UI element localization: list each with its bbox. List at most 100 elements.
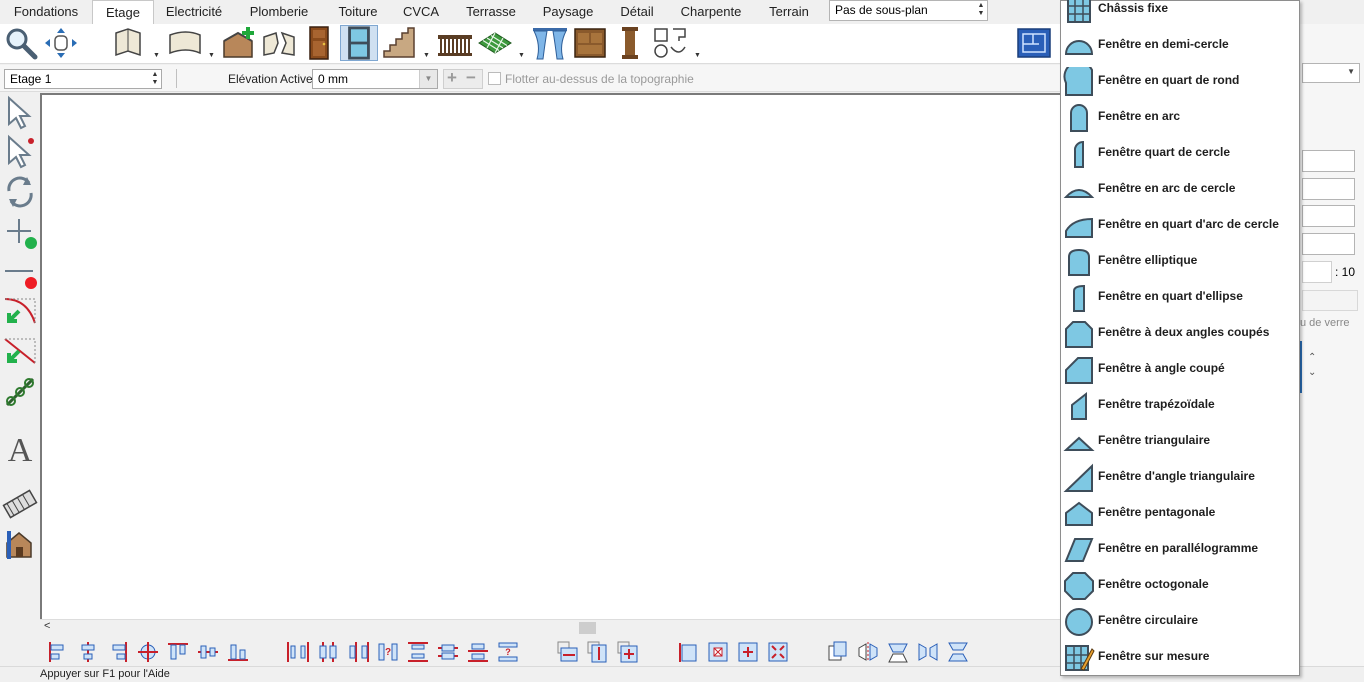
resize-height-button[interactable] [676,640,700,664]
elevation-stepper[interactable]: + − [443,68,483,89]
align-center-button[interactable] [76,640,100,664]
break-wall-button[interactable] [260,25,298,61]
plan-view-button[interactable] [1015,25,1053,61]
select-tool-button[interactable] [1,94,39,132]
scrollbar-thumb[interactable] [579,622,596,634]
panel-field[interactable] [1302,205,1355,227]
panel-field[interactable] [1302,178,1355,200]
tab-detail[interactable]: Détail [614,0,660,24]
menu-item-trapezoid[interactable]: Fenêtre trapézoïdale [1061,387,1299,423]
dropdown-arrow-icon[interactable]: ▼ [518,52,525,59]
subplan-select[interactable]: Pas de sous-plan ▲ ▼ [829,0,988,21]
menu-item-right-triangle[interactable]: Fenêtre d'angle triangulaire [1061,459,1299,495]
arc-break-button[interactable] [1,293,39,331]
cabinet-button[interactable] [571,25,609,61]
chevron-down-icon[interactable]: ▼ [419,70,437,88]
tab-toiture[interactable]: Toiture [330,0,386,24]
tab-terrain[interactable]: Terrain [761,0,817,24]
align-right-button[interactable] [106,640,130,664]
match-width-button[interactable] [556,640,580,664]
menu-item-quarter-ellipse[interactable]: Fenêtre en quart d'ellipse [1061,279,1299,315]
tab-etage[interactable]: Etage [92,0,154,24]
chevron-up-icon[interactable]: ⌃ [1308,352,1316,363]
stairs-tool-button[interactable] [380,25,418,61]
distribute-h-button[interactable] [286,640,310,664]
text-tool-button[interactable]: A [1,429,39,469]
menu-item-half-circle[interactable]: Fenêtre en demi-cercle [1061,27,1299,63]
add-point-button[interactable] [1,213,39,251]
tab-paysage[interactable]: Paysage [537,0,599,24]
ratio-field[interactable] [1302,261,1332,283]
float-checkbox[interactable] [488,72,501,85]
zoom-tool-button[interactable] [2,25,40,61]
line-break-button[interactable] [1,333,39,371]
tab-plomberie[interactable]: Plomberie [243,0,315,24]
distribute-vb-button[interactable] [466,640,490,664]
tab-charpente[interactable]: Charpente [675,0,747,24]
menu-item-arched[interactable]: Fenêtre en arc [1061,99,1299,135]
tab-cvca[interactable]: CVCA [398,0,444,24]
menu-item-custom[interactable]: Fenêtre sur mesure [1061,639,1299,675]
menu-item-clipped-corner[interactable]: Fenêtre à angle coupé [1061,351,1299,387]
elevation-input[interactable]: 0 mm ▼ [312,69,438,89]
menu-item-octagon[interactable]: Fenêtre octogonale [1061,567,1299,603]
menu-item-fixed-sash[interactable]: Châssis fixe [1061,0,1299,27]
select-objects-button[interactable] [1,133,39,171]
center-point-button[interactable] [736,640,760,664]
reflect-right-button[interactable] [916,640,940,664]
minus-icon[interactable]: − [466,68,476,88]
match-size-button[interactable] [616,640,640,664]
chevron-down-icon[interactable]: ⌄ [1308,367,1316,378]
tab-electricite[interactable]: Electricité [158,0,230,24]
menu-item-quarter-round[interactable]: Fenêtre en quart de rond [1061,60,1299,99]
menu-item-two-clipped-corners[interactable]: Fenêtre à deux angles coupés [1061,315,1299,351]
floor-select[interactable]: Etage 1 ▲ ▼ [4,69,162,89]
align-left-button[interactable] [46,640,70,664]
floor-tile-button[interactable] [476,25,514,61]
tab-terrasse[interactable]: Terrasse [460,0,522,24]
align-middle-button[interactable] [136,640,160,664]
curved-wall-button[interactable] [166,25,204,61]
panel-field[interactable] [1302,233,1355,255]
tab-fondations[interactable]: Fondations [2,0,90,24]
align-top-button[interactable] [166,640,190,664]
curtains-button[interactable] [531,25,569,61]
dropdown-arrow-icon[interactable]: ▼ [423,52,430,59]
3d-view-button[interactable] [1,525,39,563]
horizontal-scrollbar[interactable]: < [40,619,1062,636]
scroll-left-icon[interactable]: < [44,620,50,632]
shapes-button[interactable] [651,25,689,61]
column-button[interactable] [611,25,649,61]
dimension-chain-button[interactable] [1,373,39,411]
wall-tool-button[interactable] [110,25,148,61]
delete-point-button[interactable] [1,253,39,291]
align-bottom-button[interactable] [226,640,250,664]
reflect-bottom-button[interactable] [946,640,970,664]
door-tool-button[interactable] [300,25,338,61]
menu-item-circle[interactable]: Fenêtre circulaire [1061,603,1299,639]
pan-tool-button[interactable] [42,25,80,61]
menu-item-parallelogram[interactable]: Fenêtre en parallélogramme [1061,531,1299,567]
dropdown-arrow-icon[interactable]: ▼ [153,52,160,59]
room-tool-button[interactable] [220,25,258,61]
align-vcenter-button[interactable] [196,640,220,664]
center-box-button[interactable] [706,640,730,664]
distribute-hr-button[interactable] [346,640,370,664]
copy-object-button[interactable] [826,640,850,664]
dropdown-arrow-icon[interactable]: ▼ [694,52,701,59]
space-v-button[interactable]: ? [496,640,520,664]
panel-field[interactable] [1302,150,1355,172]
menu-item-segment-arc[interactable]: Fenêtre en arc de cercle [1061,171,1299,207]
distribute-vc-button[interactable] [436,640,460,664]
menu-item-quarter-segment-arc[interactable]: Fenêtre en quart d'arc de cercle [1061,207,1299,243]
rotate-button[interactable] [1,173,39,211]
reflect-top-button[interactable] [886,640,910,664]
reflect-left-button[interactable] [856,640,880,664]
panel-select[interactable]: ▼ [1302,63,1360,83]
plus-icon[interactable]: + [447,68,457,88]
space-h-button[interactable]: ? [376,640,400,664]
drawing-canvas[interactable] [40,93,1062,619]
match-height-button[interactable] [586,640,610,664]
railing-tool-button[interactable] [436,25,474,61]
dropdown-arrow-icon[interactable]: ▼ [208,52,215,59]
